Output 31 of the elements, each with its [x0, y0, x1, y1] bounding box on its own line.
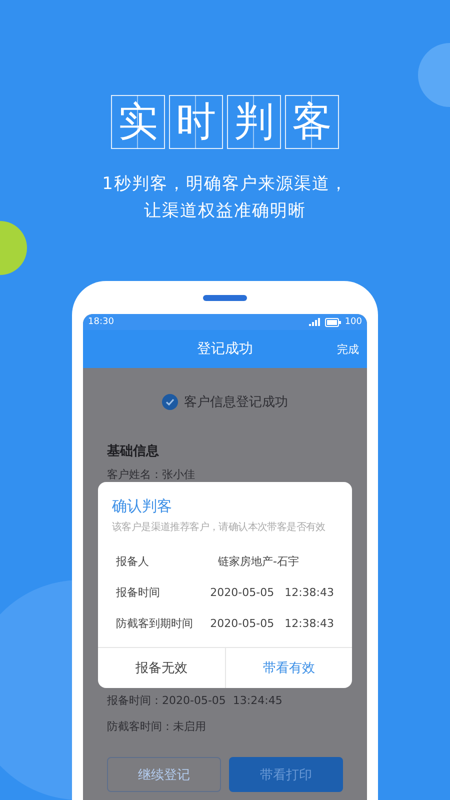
title-character: 判	[227, 95, 281, 149]
reject-button[interactable]: 报备无效	[98, 648, 224, 688]
title-character: 时	[169, 95, 223, 149]
title-character: 客	[285, 95, 339, 149]
check-icon	[162, 394, 178, 410]
dialog-message: 该客户是渠道推荐客户，请确认本次带客是否有效	[112, 520, 326, 535]
success-message: 客户信息登记成功	[184, 394, 288, 411]
section-title: 基础信息	[107, 443, 160, 461]
continue-button[interactable]: 继续登记	[107, 757, 221, 792]
nav-title: 登记成功	[197, 340, 253, 358]
battery-icon	[324, 318, 341, 326]
info-text: 客户姓名：张小佳	[107, 467, 196, 483]
field-label: 报备时间	[116, 585, 161, 600]
print-button[interactable]: 带看打印	[229, 757, 343, 792]
field-value: 2020-05-05 12:38:43	[210, 617, 334, 630]
confirm-button[interactable]: 带看有效	[224, 648, 352, 688]
speaker-icon	[203, 295, 247, 301]
title-character: 实	[111, 95, 165, 149]
field-value: 2020-05-05 12:38:43	[210, 586, 334, 599]
battery-level: 100	[344, 317, 362, 327]
field-label: 防截客到期时间	[116, 616, 194, 631]
signal-icon	[308, 318, 321, 326]
subtitle-line: 让渠道权益准确明晰	[144, 200, 306, 223]
info-text: 防截客时间：未启用	[107, 719, 207, 735]
field-label: 报备人	[116, 554, 150, 569]
dialog-title: 确认判客	[112, 496, 173, 516]
field-value: 链家房地产-石宇	[218, 554, 299, 569]
status-time: 18:30	[88, 317, 114, 327]
done-button[interactable]: 完成	[337, 342, 359, 356]
subtitle-line: 1秒判客，明确客户来源渠道，	[102, 173, 348, 196]
info-text: 报备时间：2020-05-05 13:24:45	[107, 693, 284, 709]
